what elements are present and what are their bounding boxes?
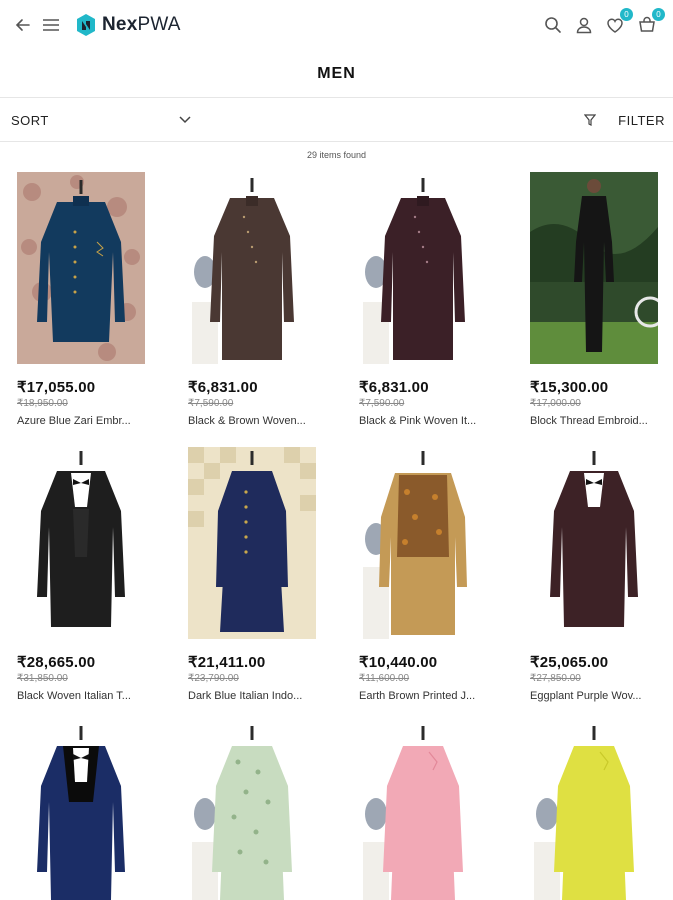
product-price: ₹6,831.00 [188,379,258,396]
sort-label: SORT [11,112,49,128]
product-name[interactable]: Earth Brown Printed J... [359,690,509,702]
app-header: NexPWA 0 0 [0,0,673,50]
product-card[interactable]: ₹15,300.00 ₹17,000.00 Block Thread Embro… [530,172,673,427]
product-card[interactable] [359,722,519,900]
product-original-price: ₹27,850.00 [530,673,581,684]
product-original-price: ₹11,600.00 [359,673,410,684]
product-image[interactable] [188,447,316,639]
product-card[interactable]: ₹10,440.00 ₹11,600.00 Earth Brown Printe… [359,447,519,702]
logo-text: NexPWA [102,14,181,35]
product-image[interactable] [530,722,658,900]
product-image[interactable] [188,722,316,900]
filter-button[interactable]: FILTER [584,98,665,142]
product-card[interactable] [188,722,348,900]
product-original-price: ₹7,590.00 [188,398,234,409]
product-image[interactable] [359,722,487,900]
product-image[interactable] [359,172,487,364]
filter-label: FILTER [618,112,665,128]
product-image[interactable] [530,447,658,639]
filter-icon [584,114,597,126]
product-card[interactable]: ₹21,411.00 ₹23,790.00 Dark Blue Italian … [188,447,348,702]
product-card[interactable]: ₹25,065.00 ₹27,850.00 Eggplant Purple Wo… [530,447,673,702]
product-price: ₹6,831.00 [359,379,429,396]
product-image[interactable] [17,172,145,364]
product-name[interactable]: Black & Brown Woven... [188,415,338,427]
product-original-price: ₹31,850.00 [17,673,68,684]
product-card[interactable]: ₹28,665.00 ₹31,850.00 Black Woven Italia… [17,447,177,702]
product-card[interactable]: ₹6,831.00 ₹7,590.00 Black & Pink Woven I… [359,172,519,427]
user-icon[interactable] [573,14,595,36]
logo-mark-icon [77,14,95,36]
cart-count-badge: 0 [652,8,665,21]
sort-filter-bar: SORT FILTER [0,98,673,142]
product-image[interactable] [188,172,316,364]
wishlist-button[interactable]: 0 [604,8,633,36]
product-name[interactable]: Dark Blue Italian Indo... [188,690,338,702]
product-original-price: ₹23,790.00 [188,673,239,684]
product-price: ₹28,665.00 [17,654,96,671]
product-image[interactable] [359,447,487,639]
chevron-down-icon [179,116,191,124]
brand-logo[interactable]: NexPWA [76,12,181,38]
sort-dropdown[interactable]: SORT [11,98,191,142]
product-name[interactable]: Black Woven Italian T... [17,690,167,702]
product-price: ₹17,055.00 [17,379,96,396]
product-card[interactable] [17,722,177,900]
title-bar: MEN [0,50,673,98]
product-price: ₹15,300.00 [530,379,609,396]
product-price: ₹10,440.00 [359,654,438,671]
product-name[interactable]: Azure Blue Zari Embr... [17,415,167,427]
search-icon[interactable] [542,14,564,36]
product-original-price: ₹17,000.00 [530,398,581,409]
product-name[interactable]: Block Thread Embroid... [530,415,673,427]
wishlist-count-badge: 0 [620,8,633,21]
product-price: ₹25,065.00 [530,654,609,671]
product-image[interactable] [17,722,145,900]
back-arrow-icon[interactable] [12,14,34,36]
product-price: ₹21,411.00 [188,654,266,671]
product-card[interactable]: ₹17,055.00 ₹18,950.00 Azure Blue Zari Em… [17,172,177,427]
product-card[interactable] [530,722,673,900]
product-name[interactable]: Eggplant Purple Wov... [530,690,673,702]
product-name[interactable]: Black & Pink Woven It... [359,415,509,427]
cart-button[interactable]: 0 [636,8,665,36]
page-title: MEN [317,64,356,82]
items-found-count: 29 items found [306,150,367,160]
product-original-price: ₹18,950.00 [17,398,68,409]
product-image[interactable] [530,172,658,364]
product-original-price: ₹7,590.00 [359,398,405,409]
product-image[interactable] [17,447,145,639]
product-card[interactable]: ₹6,831.00 ₹7,590.00 Black & Brown Woven.… [188,172,348,427]
hamburger-menu-icon[interactable] [40,14,62,36]
